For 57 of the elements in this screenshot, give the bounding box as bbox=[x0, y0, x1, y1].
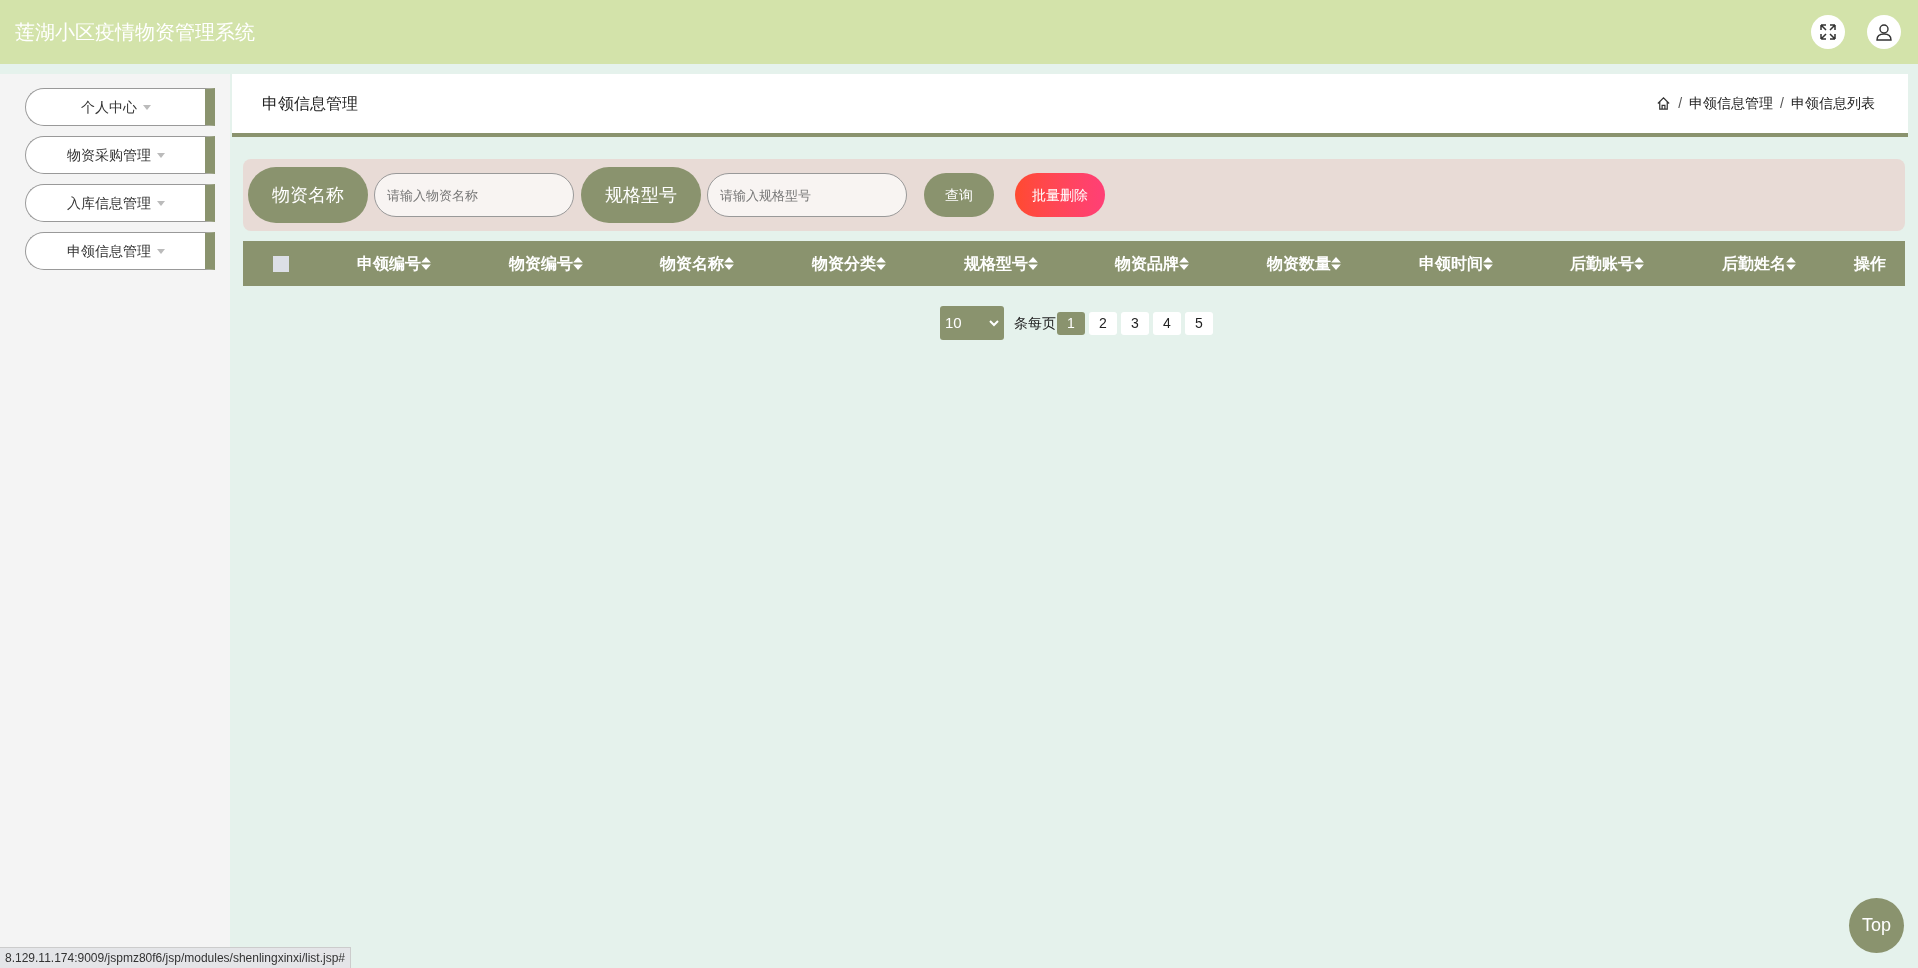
caret-icon bbox=[156, 248, 165, 254]
query-button[interactable]: 查询 bbox=[924, 173, 994, 217]
page-size-select[interactable]: 10 bbox=[940, 306, 1004, 340]
column-header[interactable]: 规格型号 bbox=[963, 251, 1038, 276]
search-input-field[interactable]: 请输入物资名称 bbox=[374, 173, 574, 217]
user-icon bbox=[1875, 23, 1893, 41]
fullscreen-button[interactable] bbox=[1811, 15, 1845, 49]
page-button[interactable]: 2 bbox=[1089, 311, 1117, 335]
breadcrumb-link[interactable]: 申领信息管理 bbox=[1689, 93, 1774, 114]
breadcrumb-separator: / bbox=[1780, 94, 1784, 113]
column-header[interactable]: 物资品牌 bbox=[1115, 251, 1190, 276]
fullscreen-icon bbox=[1819, 23, 1837, 41]
sort-icon bbox=[1179, 257, 1190, 270]
per-page-label: 条每页 bbox=[1014, 313, 1056, 333]
column-header[interactable]: 后勤账号 bbox=[1570, 251, 1645, 276]
sort-icon bbox=[1634, 257, 1645, 270]
sidebar-menu-item[interactable]: 申领信息管理 bbox=[25, 232, 215, 270]
column-header[interactable]: 申领时间 bbox=[1418, 251, 1493, 276]
select-all-checkbox[interactable] bbox=[272, 255, 289, 272]
column-header[interactable]: 物资名称 bbox=[660, 251, 735, 276]
chevron-down-icon bbox=[989, 319, 999, 327]
sidebar-menu-item[interactable]: 入库信息管理 bbox=[25, 184, 215, 222]
column-header[interactable]: 物资数量 bbox=[1267, 251, 1342, 276]
sort-icon bbox=[1482, 257, 1493, 270]
sort-icon bbox=[1027, 257, 1038, 270]
page-button[interactable]: 4 bbox=[1153, 311, 1181, 335]
sidebar-menu-item[interactable]: 物资采购管理 bbox=[25, 136, 215, 174]
page-button[interactable]: 3 bbox=[1121, 311, 1149, 335]
caret-icon bbox=[156, 200, 165, 206]
app-title: 莲湖小区疫情物资管理系统 bbox=[15, 19, 255, 46]
sidebar-menu-item[interactable]: 个人中心 bbox=[25, 88, 215, 126]
caret-icon bbox=[156, 152, 165, 158]
sort-icon bbox=[420, 257, 431, 270]
field-label: 规格型号 bbox=[581, 167, 701, 223]
breadcrumb-separator: / bbox=[1678, 94, 1683, 113]
sort-icon bbox=[724, 257, 735, 270]
field-label: 物资名称 bbox=[248, 167, 368, 223]
column-header[interactable]: 物资分类 bbox=[811, 251, 886, 276]
batch-delete-button[interactable]: 批量删除 bbox=[1015, 173, 1105, 217]
home-icon[interactable] bbox=[1656, 96, 1672, 111]
back-to-top-button[interactable]: Top bbox=[1849, 898, 1904, 953]
status-bar-url: 8.129.11.174:9009/jspmz80f6/jsp/modules/shenlingxinxi/list.jsp# bbox=[0, 947, 351, 968]
sort-icon bbox=[1786, 257, 1797, 270]
search-input-field[interactable]: 请输入规格型号 bbox=[707, 173, 907, 217]
user-button[interactable] bbox=[1867, 15, 1901, 49]
column-header: 操作 bbox=[1854, 252, 1887, 275]
column-header[interactable]: 物资编号 bbox=[508, 251, 583, 276]
column-header[interactable]: 后勤姓名 bbox=[1722, 251, 1797, 276]
page-button[interactable]: 5 bbox=[1185, 311, 1213, 335]
column-header[interactable]: 申领编号 bbox=[356, 251, 431, 276]
page-button[interactable]: 1 bbox=[1057, 311, 1085, 335]
breadcrumb-link[interactable]: 申领信息列表 bbox=[1791, 93, 1875, 114]
page-title: 申领信息管理 bbox=[262, 93, 358, 114]
sort-icon bbox=[875, 257, 886, 270]
sort-icon bbox=[1331, 257, 1342, 270]
caret-icon bbox=[142, 104, 151, 110]
sort-icon bbox=[572, 257, 583, 270]
